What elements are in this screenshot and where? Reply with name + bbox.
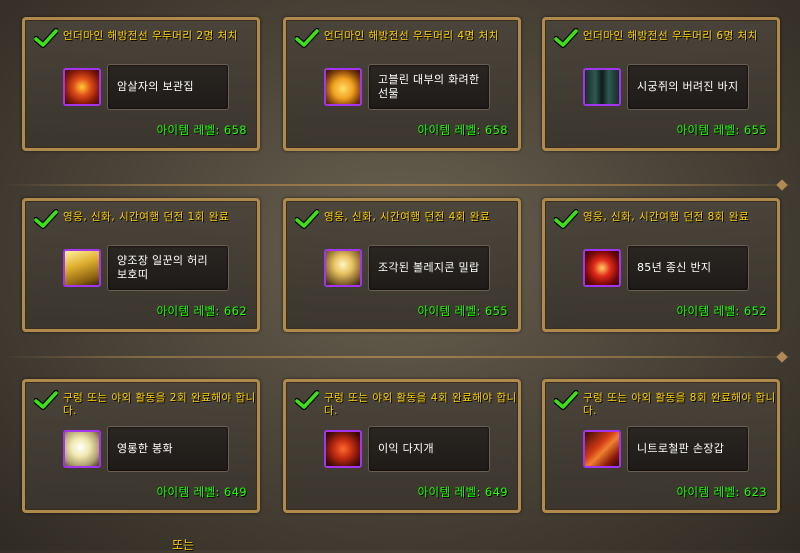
reward-card-r2-c2[interactable]: 영웅, 신화, 시간여행 던전 4회 완료 조각된 볼레지콘 밀랍 아이템 레벨… (283, 198, 521, 332)
unlock-condition: 언더마인 해방전선 우두머리 2명 처치 (63, 30, 238, 42)
item-icon[interactable] (63, 68, 101, 106)
item-icon[interactable] (583, 430, 621, 468)
item-name: 조각된 볼레지콘 밀랍 (378, 261, 480, 274)
row-divider-2 (0, 356, 790, 358)
reward-card-r1-c1[interactable]: 언더마인 해방전선 우두머리 2명 처치 암살자의 보관집 아이템 레벨: 65… (22, 17, 260, 151)
item-name-box[interactable]: 양조장 일꾼의 허리 보호띠 (107, 245, 229, 291)
checkmark-icon (34, 390, 58, 410)
checkmark-icon (554, 390, 578, 410)
reward-card-r1-c3[interactable]: 언더마인 해방전선 우두머리 6명 처치 시궁쥐의 버려진 바지 아이템 레벨:… (542, 17, 780, 151)
item-icon[interactable] (324, 249, 362, 287)
row-divider-1 (0, 184, 790, 186)
item-name-box[interactable]: 조각된 볼레지콘 밀랍 (368, 245, 490, 291)
item-name: 85년 종신 반지 (637, 261, 712, 274)
checkmark-icon (554, 209, 578, 229)
item-icon[interactable] (324, 68, 362, 106)
unlock-condition: 영웅, 신화, 시간여행 던전 8회 완료 (583, 211, 750, 223)
checkmark-icon (295, 209, 319, 229)
checkmark-icon (34, 28, 58, 48)
item-level: 아이템 레벨: 652 (676, 304, 767, 318)
item-name-box[interactable]: 니트로철판 손장갑 (627, 426, 749, 472)
item-name: 양조장 일꾼의 허리 보호띠 (117, 254, 208, 281)
item-name: 니트로철판 손장갑 (637, 442, 725, 455)
item-name-box[interactable]: 영롱한 봉화 (107, 426, 229, 472)
or-label: 또는 (172, 538, 195, 552)
unlock-condition: 언더마인 해방전선 우두머리 6명 처치 (583, 30, 758, 42)
item-name-box[interactable]: 이익 다지개 (368, 426, 490, 472)
unlock-condition: 구렁 또는 야외 활동을 4회 완료해야 합니다. (324, 392, 517, 417)
item-icon[interactable] (324, 430, 362, 468)
item-name-box[interactable]: 시궁쥐의 버려진 바지 (627, 64, 749, 110)
checkmark-icon (34, 209, 58, 229)
unlock-condition: 구렁 또는 야외 활동을 8회 완료해야 합니다. (583, 392, 776, 417)
unlock-condition: 언더마인 해방전선 우두머리 4명 처치 (324, 30, 499, 42)
reward-card-r3-c2[interactable]: 구렁 또는 야외 활동을 4회 완료해야 합니다. 이익 다지개 아이템 레벨:… (283, 379, 521, 513)
item-name: 고블린 대부의 화려한 선물 (378, 73, 480, 100)
item-level: 아이템 레벨: 655 (417, 304, 508, 318)
item-level: 아이템 레벨: 623 (676, 485, 767, 499)
item-level: 아이템 레벨: 662 (156, 304, 247, 318)
item-name: 암살자의 보관집 (117, 80, 194, 93)
checkmark-icon (295, 390, 319, 410)
unlock-condition: 구렁 또는 야외 활동을 2회 완료해야 합니다. (63, 392, 256, 417)
reward-card-r3-c3[interactable]: 구렁 또는 야외 활동을 8회 완료해야 합니다. 니트로철판 손장갑 아이템 … (542, 379, 780, 513)
item-icon[interactable] (63, 430, 101, 468)
item-name: 시궁쥐의 버려진 바지 (637, 80, 739, 93)
item-name-box[interactable]: 85년 종신 반지 (627, 245, 749, 291)
reward-card-r1-c2[interactable]: 언더마인 해방전선 우두머리 4명 처치 고블린 대부의 화려한 선물 아이템 … (283, 17, 521, 151)
item-level: 아이템 레벨: 658 (417, 123, 508, 137)
item-name-box[interactable]: 암살자의 보관집 (107, 64, 229, 110)
item-icon[interactable] (63, 249, 101, 287)
item-icon[interactable] (583, 249, 621, 287)
reward-card-r3-c1[interactable]: 구렁 또는 야외 활동을 2회 완료해야 합니다. 영롱한 봉화 아이템 레벨:… (22, 379, 260, 513)
checkmark-icon (295, 28, 319, 48)
item-name-box[interactable]: 고블린 대부의 화려한 선물 (368, 64, 490, 110)
checkmark-icon (554, 28, 578, 48)
unlock-condition: 영웅, 신화, 시간여행 던전 4회 완료 (324, 211, 491, 223)
unlock-condition: 영웅, 신화, 시간여행 던전 1회 완료 (63, 211, 230, 223)
item-name: 영롱한 봉화 (117, 442, 173, 455)
item-level: 아이템 레벨: 658 (156, 123, 247, 137)
item-name: 이익 다지개 (378, 442, 434, 455)
item-level: 아이템 레벨: 655 (676, 123, 767, 137)
item-level: 아이템 레벨: 649 (417, 485, 508, 499)
reward-card-r2-c1[interactable]: 영웅, 신화, 시간여행 던전 1회 완료 양조장 일꾼의 허리 보호띠 아이템… (22, 198, 260, 332)
item-icon[interactable] (583, 68, 621, 106)
reward-card-r2-c3[interactable]: 영웅, 신화, 시간여행 던전 8회 완료 85년 종신 반지 아이템 레벨: … (542, 198, 780, 332)
item-level: 아이템 레벨: 649 (156, 485, 247, 499)
